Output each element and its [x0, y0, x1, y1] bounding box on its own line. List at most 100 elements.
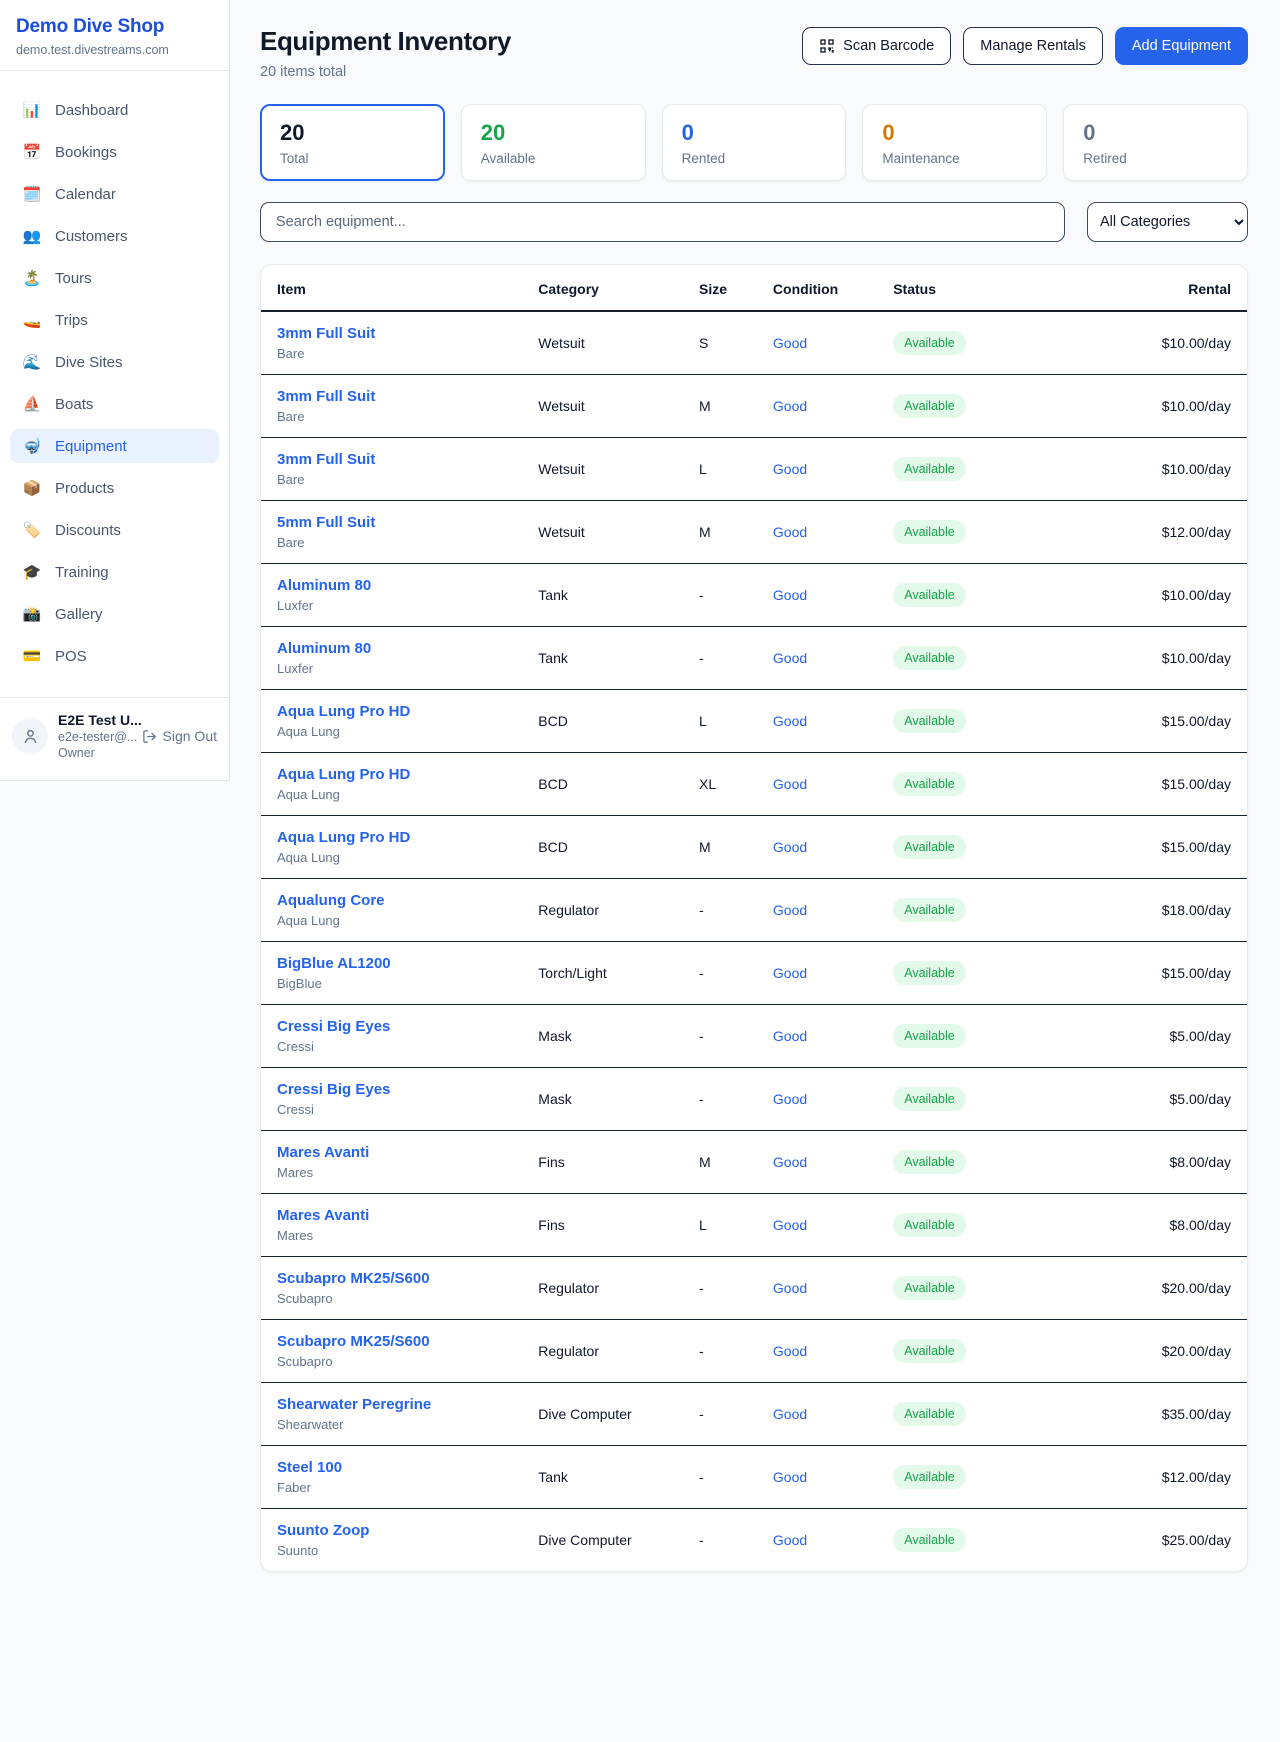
condition-link[interactable]: Good	[773, 587, 807, 603]
item-name-link[interactable]: Aqualung Core	[277, 892, 506, 909]
table-row: 3mm Full SuitBareWetsuitLGoodAvailable$1…	[261, 438, 1247, 501]
sign-out-icon	[142, 729, 157, 744]
scan-barcode-button[interactable]: Scan Barcode	[802, 27, 951, 65]
status-cell: Available	[877, 375, 1050, 438]
sign-out-button[interactable]: Sign Out	[142, 728, 217, 744]
condition-link[interactable]: Good	[773, 1469, 807, 1485]
status-badge: Available	[893, 1150, 966, 1174]
equipment-table-card: ItemCategorySizeConditionStatusRental 3m…	[260, 264, 1248, 1572]
rental-cell: $5.00/day	[1050, 1068, 1247, 1131]
item-name-link[interactable]: Cressi Big Eyes	[277, 1081, 506, 1098]
item-name-link[interactable]: Aluminum 80	[277, 577, 506, 594]
sidebar-item-customers[interactable]: 👥Customers	[10, 219, 219, 253]
condition-cell: Good	[757, 690, 877, 753]
rental-cell: $25.00/day	[1050, 1509, 1247, 1572]
condition-link[interactable]: Good	[773, 965, 807, 981]
rental-cell: $15.00/day	[1050, 753, 1247, 816]
condition-link[interactable]: Good	[773, 776, 807, 792]
item-name-link[interactable]: Suunto Zoop	[277, 1522, 506, 1539]
sidebar-item-trips[interactable]: 🚤Trips	[10, 303, 219, 337]
item-name-link[interactable]: Scubapro MK25/S600	[277, 1270, 506, 1287]
condition-link[interactable]: Good	[773, 335, 807, 351]
rental-cell: $12.00/day	[1050, 501, 1247, 564]
condition-link[interactable]: Good	[773, 461, 807, 477]
item-name-link[interactable]: 3mm Full Suit	[277, 451, 506, 468]
size-cell: M	[683, 816, 757, 879]
table-row: Mares AvantiMaresFinsLGoodAvailable$8.00…	[261, 1194, 1247, 1257]
page-header: Equipment Inventory 20 items total Scan …	[260, 26, 1248, 80]
status-cell: Available	[877, 1131, 1050, 1194]
item-name-link[interactable]: Aluminum 80	[277, 640, 506, 657]
condition-link[interactable]: Good	[773, 1280, 807, 1296]
add-equipment-button[interactable]: Add Equipment	[1115, 27, 1248, 65]
item-name-link[interactable]: 3mm Full Suit	[277, 325, 506, 342]
sidebar-item-bookings[interactable]: 📅Bookings	[10, 135, 219, 169]
column-header-rental: Rental	[1050, 265, 1247, 311]
condition-link[interactable]: Good	[773, 1406, 807, 1422]
sidebar-item-dashboard[interactable]: 📊Dashboard	[10, 93, 219, 127]
sidebar-item-label: Customers	[55, 228, 128, 245]
condition-link[interactable]: Good	[773, 839, 807, 855]
condition-link[interactable]: Good	[773, 1532, 807, 1548]
sidebar-item-boats[interactable]: ⛵Boats	[10, 387, 219, 421]
item-name-link[interactable]: Cressi Big Eyes	[277, 1018, 506, 1035]
sidebar-item-calendar[interactable]: 🗓️Calendar	[10, 177, 219, 211]
sidebar-item-products[interactable]: 📦Products	[10, 471, 219, 505]
item-name-link[interactable]: Aqua Lung Pro HD	[277, 766, 506, 783]
item-brand: Mares	[277, 1165, 506, 1180]
stat-card-rented[interactable]: 0Rented	[662, 104, 847, 181]
item-name-link[interactable]: Shearwater Peregrine	[277, 1396, 506, 1413]
stat-card-maintenance[interactable]: 0Maintenance	[862, 104, 1047, 181]
item-name-link[interactable]: Aqua Lung Pro HD	[277, 703, 506, 720]
search-input[interactable]	[260, 202, 1065, 242]
sidebar-nav: 📊Dashboard 📅Bookings 🗓️Calendar 👥Customers 🏝…	[0, 71, 229, 691]
table-row: Scubapro MK25/S600ScubaproRegulator-Good…	[261, 1320, 1247, 1383]
brand-name[interactable]: Demo Dive Shop	[16, 16, 213, 38]
size-cell: XL	[683, 753, 757, 816]
app-root: Demo Dive Shop demo.test.divestreams.com…	[0, 0, 1280, 1572]
condition-link[interactable]: Good	[773, 1343, 807, 1359]
category-cell: Wetsuit	[522, 438, 683, 501]
sidebar-item-pos[interactable]: 💳POS	[10, 639, 219, 673]
stat-card-total[interactable]: 20Total	[260, 104, 445, 181]
pos-icon: 💳	[22, 647, 42, 665]
size-cell: -	[683, 627, 757, 690]
item-name-link[interactable]: Aqua Lung Pro HD	[277, 829, 506, 846]
stat-card-available[interactable]: 20Available	[461, 104, 646, 181]
stat-card-retired[interactable]: 0Retired	[1063, 104, 1248, 181]
condition-link[interactable]: Good	[773, 902, 807, 918]
category-cell: Tank	[522, 564, 683, 627]
item-name-link[interactable]: Mares Avanti	[277, 1144, 506, 1161]
item-name-link[interactable]: BigBlue AL1200	[277, 955, 506, 972]
item-name-link[interactable]: 5mm Full Suit	[277, 514, 506, 531]
category-cell: Regulator	[522, 879, 683, 942]
item-cell: Aqua Lung Pro HDAqua Lung	[261, 753, 522, 816]
condition-link[interactable]: Good	[773, 398, 807, 414]
condition-link[interactable]: Good	[773, 524, 807, 540]
condition-link[interactable]: Good	[773, 713, 807, 729]
item-name-link[interactable]: 3mm Full Suit	[277, 388, 506, 405]
sidebar-item-dive-sites[interactable]: 🌊Dive Sites	[10, 345, 219, 379]
condition-link[interactable]: Good	[773, 1028, 807, 1044]
status-badge: Available	[893, 520, 966, 544]
category-select[interactable]: All Categories	[1087, 202, 1248, 242]
item-name-link[interactable]: Mares Avanti	[277, 1207, 506, 1224]
sidebar-item-discounts[interactable]: 🏷️Discounts	[10, 513, 219, 547]
manage-rentals-button[interactable]: Manage Rentals	[963, 27, 1103, 65]
condition-link[interactable]: Good	[773, 650, 807, 666]
sidebar-item-equipment[interactable]: 🤿Equipment	[10, 429, 219, 463]
condition-link[interactable]: Good	[773, 1091, 807, 1107]
dashboard-icon: 📊	[22, 101, 42, 119]
condition-link[interactable]: Good	[773, 1154, 807, 1170]
sidebar-item-training[interactable]: 🎓Training	[10, 555, 219, 589]
sidebar-item-tours[interactable]: 🏝️Tours	[10, 261, 219, 295]
item-name-link[interactable]: Scubapro MK25/S600	[277, 1333, 506, 1350]
sidebar-item-gallery[interactable]: 📸Gallery	[10, 597, 219, 631]
condition-link[interactable]: Good	[773, 1217, 807, 1233]
stat-label: Available	[481, 151, 626, 166]
table-row: Aqua Lung Pro HDAqua LungBCDLGoodAvailab…	[261, 690, 1247, 753]
sidebar-item-label: Boats	[55, 396, 93, 413]
item-brand: Cressi	[277, 1039, 506, 1054]
status-badge: Available	[893, 898, 966, 922]
item-name-link[interactable]: Steel 100	[277, 1459, 506, 1476]
